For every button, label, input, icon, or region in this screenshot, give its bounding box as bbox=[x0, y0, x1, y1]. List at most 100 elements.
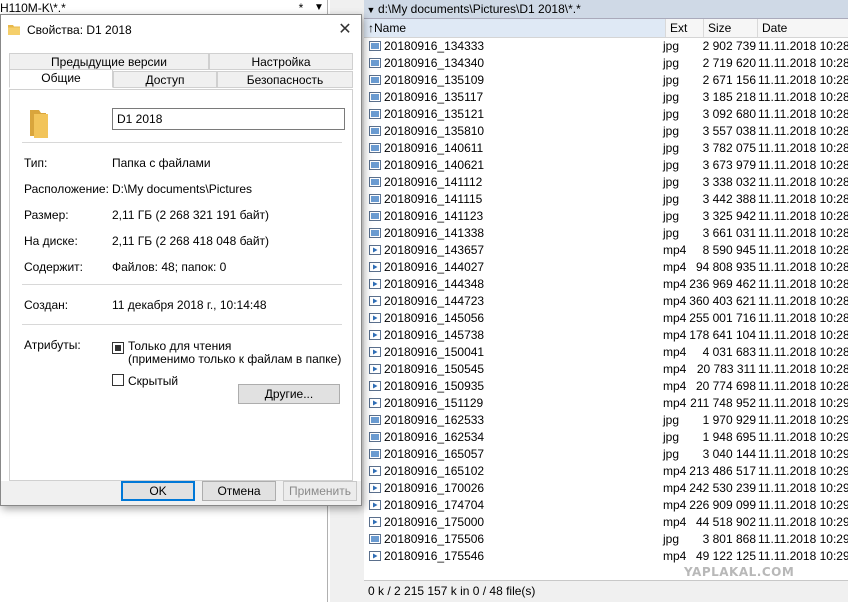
image-file-icon bbox=[369, 432, 381, 442]
column-ext-header[interactable]: Ext bbox=[666, 19, 704, 37]
file-row[interactable]: 20180916_135121 jpg 3 092 680 11.11.2018 10… bbox=[364, 106, 848, 123]
hidden-checkbox[interactable] bbox=[112, 374, 124, 386]
file-row[interactable]: 20180916_141112 jpg 3 338 032 11.11.2018 10… bbox=[364, 174, 848, 191]
file-size: 226 909 099 bbox=[689, 498, 756, 512]
file-date: 11.11.2018 10:29 bbox=[758, 532, 848, 546]
file-size: 3 673 979 bbox=[702, 158, 756, 172]
file-row[interactable]: 20180916_141123 jpg 3 325 942 11.11.2018 10… bbox=[364, 208, 848, 225]
file-row[interactable]: 20180916_134340 jpg 2 719 620 11.11.2018 10… bbox=[364, 55, 848, 72]
file-name: 20180916_134333 bbox=[384, 39, 485, 53]
column-name-header[interactable]: ↑Name bbox=[364, 19, 666, 37]
path-dropdown-icon[interactable]: ▼ bbox=[364, 1, 378, 19]
image-file-icon bbox=[369, 75, 381, 85]
file-row[interactable]: 20180916_135109 jpg 2 671 156 11.11.2018 10… bbox=[364, 72, 848, 89]
readonly-label: Только для чтения bbox=[128, 339, 232, 353]
file-size: 3 661 031 bbox=[702, 226, 756, 240]
file-row[interactable]: 20180916_151129 mp4 211 748 952 11.11.2018 … bbox=[364, 395, 848, 412]
video-file-icon bbox=[369, 517, 381, 527]
file-row[interactable]: 20180916_165102 mp4 213 486 517 11.11.2018 … bbox=[364, 463, 848, 480]
file-name: 20180916_175506 bbox=[384, 532, 485, 546]
image-file-icon bbox=[369, 534, 381, 544]
file-row[interactable]: 20180916_175546 mp4 49 122 125 11.11.2018 1… bbox=[364, 548, 848, 565]
video-file-icon bbox=[369, 262, 381, 272]
file-size: 3 325 942 bbox=[702, 209, 756, 223]
file-row[interactable]: 20180916_143657 mp4 8 590 945 11.11.2018 10… bbox=[364, 242, 848, 259]
file-ext: mp4 bbox=[663, 311, 687, 325]
advanced-button[interactable]: Другие... bbox=[238, 384, 340, 404]
readonly-checkbox[interactable] bbox=[112, 342, 124, 354]
right-path-bar[interactable]: ▼ d:\My documents\Pictures\D1 2018\*.* bbox=[364, 0, 848, 19]
file-row[interactable]: 20180916_141115 jpg 3 442 388 11.11.2018 10… bbox=[364, 191, 848, 208]
tab-customize[interactable]: Настройка bbox=[209, 53, 353, 70]
file-size: 1 948 695 bbox=[702, 430, 756, 444]
file-list: 20180916_134333 jpg 2 902 739 11.11.2018 10… bbox=[364, 38, 848, 565]
file-date: 11.11.2018 10:29 bbox=[758, 430, 848, 444]
file-size: 3 185 218 bbox=[702, 90, 756, 104]
column-size-header[interactable]: Size bbox=[704, 19, 758, 37]
file-size: 255 001 716 bbox=[689, 311, 756, 325]
file-ext: jpg bbox=[663, 124, 680, 138]
file-date: 11.11.2018 10:29 bbox=[758, 481, 848, 495]
file-row[interactable]: 20180916_135117 jpg 3 185 218 11.11.2018 10… bbox=[364, 89, 848, 106]
file-date: 11.11.2018 10:28 bbox=[758, 379, 848, 393]
file-date: 11.11.2018 10:28 bbox=[758, 294, 848, 308]
file-row[interactable]: 20180916_144723 mp4 360 403 621 11.11.2018 … bbox=[364, 293, 848, 310]
file-row[interactable]: 20180916_140621 jpg 3 673 979 11.11.2018 10… bbox=[364, 157, 848, 174]
file-row[interactable]: 20180916_175506 jpg 3 801 868 11.11.2018 10… bbox=[364, 531, 848, 548]
file-row[interactable]: 20180916_145738 mp4 178 641 104 11.11.2018 … bbox=[364, 327, 848, 344]
file-row[interactable]: 20180916_170026 mp4 242 530 239 11.11.2018 … bbox=[364, 480, 848, 497]
dialog-title-bar[interactable]: Свойства: D1 2018 ✕ bbox=[1, 15, 361, 45]
file-date: 11.11.2018 10:28 bbox=[758, 192, 848, 206]
file-ext: mp4 bbox=[663, 260, 687, 274]
video-file-icon bbox=[369, 381, 381, 391]
video-file-icon bbox=[369, 279, 381, 289]
file-row[interactable]: 20180916_150041 mp4 4 031 683 11.11.2018 10… bbox=[364, 344, 848, 361]
file-row[interactable]: 20180916_134333 jpg 2 902 739 11.11.2018 10… bbox=[364, 38, 848, 55]
tab-sharing[interactable]: Доступ bbox=[113, 71, 217, 88]
file-row[interactable]: 20180916_141338 jpg 3 661 031 11.11.2018 10… bbox=[364, 225, 848, 242]
file-date: 11.11.2018 10:28 bbox=[758, 56, 848, 70]
file-row[interactable]: 20180916_140611 jpg 3 782 075 11.11.2018 10… bbox=[364, 140, 848, 157]
size-label: Размер: bbox=[24, 208, 69, 222]
cancel-button[interactable]: Отмена bbox=[202, 481, 276, 501]
ok-button[interactable]: OK bbox=[121, 481, 195, 501]
video-file-icon bbox=[369, 313, 381, 323]
file-ext: mp4 bbox=[663, 362, 687, 376]
file-row[interactable]: 20180916_144027 mp4 94 808 935 11.11.2018 1… bbox=[364, 259, 848, 276]
file-name: 20180916_144348 bbox=[384, 277, 485, 291]
file-row[interactable]: 20180916_135810 jpg 3 557 038 11.11.2018 10… bbox=[364, 123, 848, 140]
tab-previous-versions[interactable]: Предыдущие версии bbox=[9, 53, 209, 70]
created-label: Создан: bbox=[24, 298, 69, 312]
file-row[interactable]: 20180916_165057 jpg 3 040 144 11.11.2018 10… bbox=[364, 446, 848, 463]
column-date-header[interactable]: Date bbox=[758, 19, 848, 37]
column-name-label: Name bbox=[374, 21, 407, 35]
file-row[interactable]: 20180916_144348 mp4 236 969 462 11.11.2018 … bbox=[364, 276, 848, 293]
file-date: 11.11.2018 10:28 bbox=[758, 226, 848, 240]
apply-button[interactable]: Применить bbox=[283, 481, 357, 501]
file-ext: jpg bbox=[663, 413, 680, 427]
tab-general[interactable]: Общие bbox=[9, 69, 113, 88]
video-file-icon bbox=[369, 466, 381, 476]
divider bbox=[22, 142, 342, 143]
file-name: 20180916_140611 bbox=[384, 141, 484, 155]
file-size: 3 442 388 bbox=[702, 192, 756, 206]
file-size: 3 040 144 bbox=[702, 447, 756, 461]
file-row[interactable]: 20180916_150935 mp4 20 774 698 11.11.2018 1… bbox=[364, 378, 848, 395]
file-row[interactable]: 20180916_145056 mp4 255 001 716 11.11.2018 … bbox=[364, 310, 848, 327]
folder-name-input[interactable]: D1 2018 bbox=[112, 108, 345, 130]
file-date: 11.11.2018 10:28 bbox=[758, 124, 848, 138]
file-ext: jpg bbox=[663, 73, 680, 87]
tab-security[interactable]: Безопасность bbox=[217, 71, 353, 88]
file-row[interactable]: 20180916_150545 mp4 20 783 311 11.11.2018 1… bbox=[364, 361, 848, 378]
image-file-icon bbox=[369, 177, 381, 187]
file-date: 11.11.2018 10:29 bbox=[758, 464, 848, 478]
file-row[interactable]: 20180916_162534 jpg 1 948 695 11.11.2018 10… bbox=[364, 429, 848, 446]
file-row[interactable]: 20180916_162533 jpg 1 970 929 11.11.2018 10… bbox=[364, 412, 848, 429]
file-row[interactable]: 20180916_174704 mp4 226 909 099 11.11.2018 … bbox=[364, 497, 848, 514]
close-icon[interactable]: ✕ bbox=[335, 20, 355, 40]
watermark: YAPLAKAL.COM bbox=[684, 565, 795, 579]
video-file-icon bbox=[369, 296, 381, 306]
file-size: 242 530 239 bbox=[689, 481, 756, 495]
file-row[interactable]: 20180916_175000 mp4 44 518 902 11.11.2018 1… bbox=[364, 514, 848, 531]
file-ext: jpg bbox=[663, 447, 680, 461]
